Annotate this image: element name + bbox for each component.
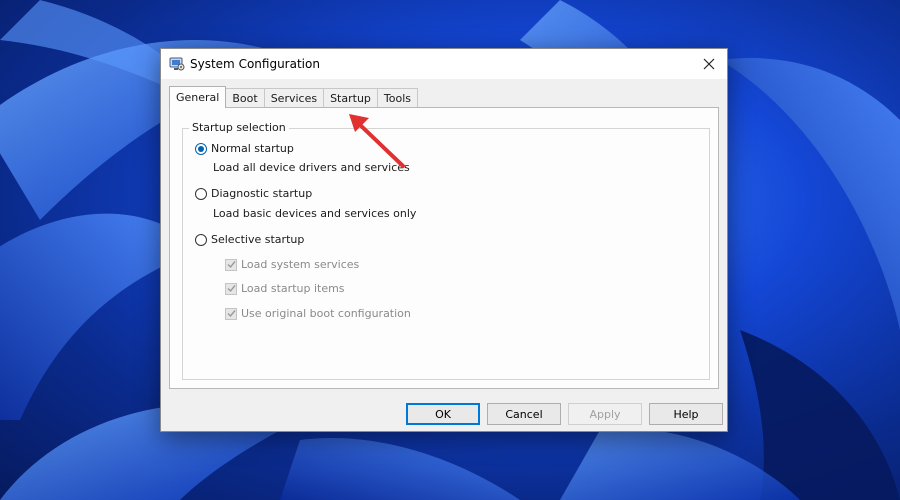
load-startup-items-label: Load startup items [241, 282, 345, 295]
load-startup-items-checkbox[interactable]: Load startup items [225, 282, 345, 295]
startup-selection-group: Startup selection Normal startup Load al… [182, 121, 710, 380]
diagnostic-startup-label: Diagnostic startup [211, 187, 313, 200]
radio-indicator[interactable] [195, 187, 207, 200]
title-bar[interactable]: System Configuration [161, 49, 727, 79]
help-button[interactable]: Help [649, 403, 723, 425]
radio-indicator[interactable] [195, 233, 207, 246]
checkbox-indicator[interactable] [225, 282, 237, 295]
tab-startup[interactable]: Startup [323, 88, 378, 108]
selective-startup-radio[interactable]: Selective startup [195, 233, 304, 246]
tab-boot[interactable]: Boot [225, 88, 265, 108]
system-configuration-icon [169, 56, 185, 72]
diagnostic-startup-description: Load basic devices and services only [213, 207, 417, 220]
checkmark-icon [227, 310, 236, 318]
normal-startup-radio[interactable]: Normal startup [195, 142, 294, 155]
close-icon [703, 58, 715, 70]
apply-button[interactable]: Apply [568, 403, 642, 425]
window-title: System Configuration [190, 57, 320, 71]
ok-button[interactable]: OK [406, 403, 480, 425]
checkmark-icon [227, 261, 236, 269]
tab-tools[interactable]: Tools [376, 88, 419, 108]
system-configuration-dialog: System Configuration General Boot Servic… [160, 48, 728, 432]
selective-startup-label: Selective startup [211, 233, 305, 246]
load-system-services-label: Load system services [241, 258, 360, 271]
diagnostic-startup-radio[interactable]: Diagnostic startup [195, 187, 312, 200]
startup-selection-legend: Startup selection [189, 121, 289, 134]
close-button[interactable] [691, 49, 727, 79]
normal-startup-description: Load all device drivers and services [213, 161, 410, 174]
normal-startup-label: Normal startup [211, 142, 294, 155]
general-tab-panel: Startup selection Normal startup Load al… [169, 107, 719, 389]
cancel-button[interactable]: Cancel [487, 403, 561, 425]
use-original-boot-configuration-checkbox[interactable]: Use original boot configuration [225, 307, 411, 320]
tab-strip: General Boot Services Startup Tools [169, 86, 419, 108]
checkbox-indicator[interactable] [225, 307, 237, 320]
tab-services[interactable]: Services [263, 88, 325, 108]
use-original-boot-configuration-label: Use original boot configuration [241, 307, 411, 320]
checkbox-indicator[interactable] [225, 258, 237, 271]
checkmark-icon [227, 285, 236, 293]
tab-general[interactable]: General [169, 86, 227, 108]
load-system-services-checkbox[interactable]: Load system services [225, 258, 359, 271]
radio-indicator[interactable] [195, 142, 207, 155]
